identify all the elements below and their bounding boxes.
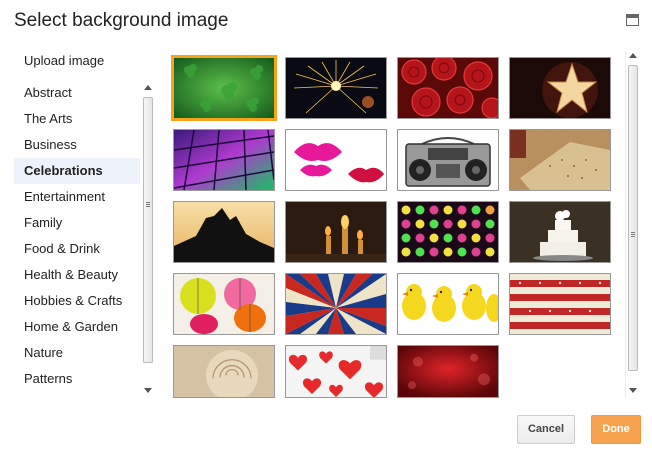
shamrock-image[interactable] <box>171 55 277 121</box>
category-scrollbar[interactable] <box>141 80 155 398</box>
candles-image[interactable] <box>285 201 387 263</box>
grip-icon <box>146 202 150 203</box>
paper-lanterns-image[interactable] <box>173 273 275 335</box>
category-item-home-garden[interactable]: Home & Garden <box>14 314 140 340</box>
red-bokeh-image[interactable] <box>397 345 499 398</box>
hearts-image[interactable] <box>285 345 387 398</box>
scroll-thumb[interactable] <box>628 65 638 371</box>
disco-floor-image[interactable] <box>173 129 275 191</box>
category-item-health-beauty[interactable]: Health & Beauty <box>14 262 140 288</box>
boombox-image[interactable] <box>397 129 499 191</box>
scroll-up-icon[interactable] <box>144 85 152 90</box>
upload-image-link[interactable]: Upload image <box>24 53 104 68</box>
category-item-the-arts[interactable]: The Arts <box>14 106 140 132</box>
category-item-business[interactable]: Business <box>14 132 140 158</box>
category-item-celebrations[interactable]: Celebrations <box>14 158 140 184</box>
category-item-nature[interactable]: Nature <box>14 340 140 366</box>
scroll-up-icon[interactable] <box>629 53 637 58</box>
cancel-button[interactable]: Cancel <box>517 415 575 444</box>
grip-icon <box>631 232 635 233</box>
cream-rose-image[interactable] <box>173 345 275 398</box>
category-item-abstract[interactable]: Abstract <box>14 80 140 106</box>
scroll-down-icon[interactable] <box>144 388 152 393</box>
category-item-food-drink[interactable]: Food & Drink <box>14 236 140 262</box>
red-roses-image[interactable] <box>397 57 499 119</box>
matzah-image[interactable] <box>509 129 611 191</box>
category-item-entertainment[interactable]: Entertainment <box>14 184 140 210</box>
dialog-title: Select background image <box>14 10 229 31</box>
mountain-silhouette-image[interactable] <box>173 201 275 263</box>
star-lantern-image[interactable] <box>509 57 611 119</box>
wedding-cake-image[interactable] <box>509 201 611 263</box>
category-item-hobbies-crafts[interactable]: Hobbies & Crafts <box>14 288 140 314</box>
stars-stripes-image[interactable] <box>509 273 611 335</box>
lipstick-kisses-image[interactable] <box>285 129 387 191</box>
chicks-image[interactable] <box>397 273 499 335</box>
category-item-family[interactable]: Family <box>14 210 140 236</box>
sunburst-stripes-image[interactable] <box>285 273 387 335</box>
scroll-down-icon[interactable] <box>629 388 637 393</box>
done-button[interactable]: Done <box>591 415 641 444</box>
maximize-icon[interactable] <box>626 14 639 26</box>
scroll-thumb[interactable] <box>143 97 153 363</box>
category-item-patterns[interactable]: Patterns <box>14 366 140 392</box>
image-grid-scrollbar[interactable] <box>625 48 639 398</box>
category-list: Abstract The Arts Business Celebrations … <box>14 80 156 398</box>
fireworks-image[interactable] <box>285 57 387 119</box>
party-lights-image[interactable] <box>397 201 499 263</box>
